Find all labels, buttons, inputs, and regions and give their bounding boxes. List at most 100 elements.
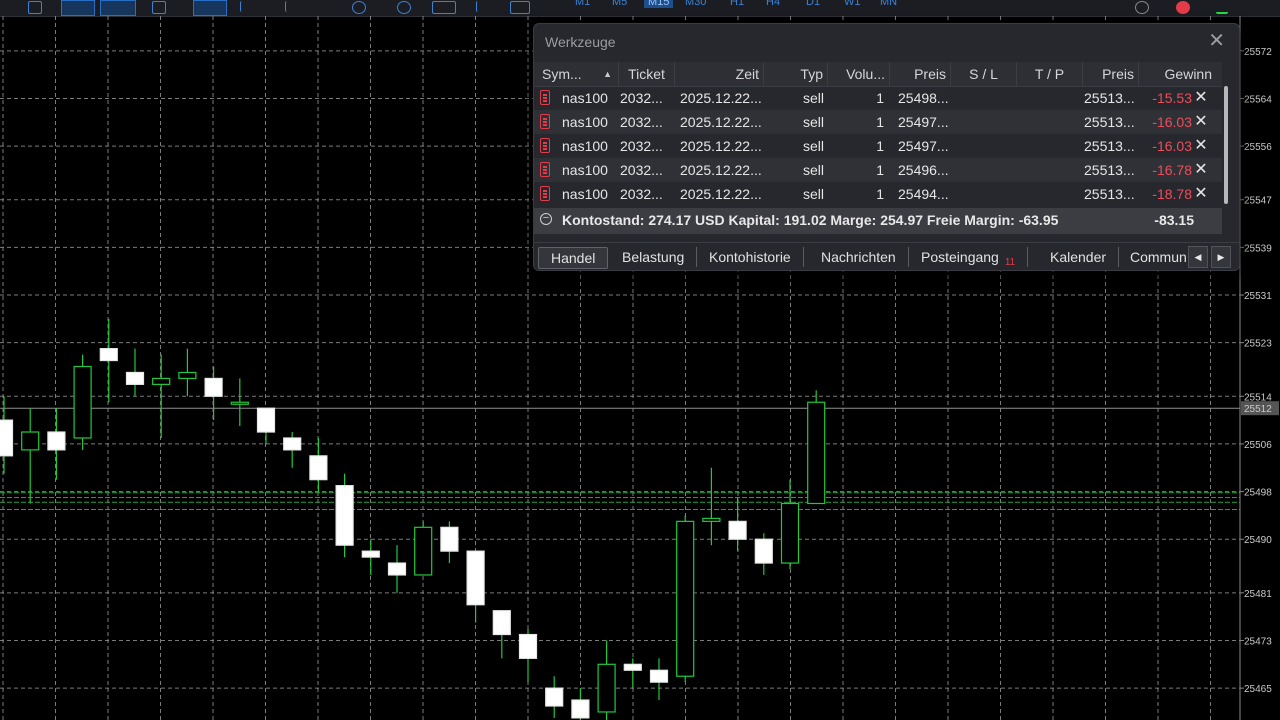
fibonacci-icon[interactable] xyxy=(432,1,456,14)
tab-nachrichten[interactable]: Nachrichten xyxy=(809,247,909,267)
close-icon[interactable]: ✕ xyxy=(1208,30,1225,52)
table-row[interactable]: nas100 2032... 2025.12.22... sell 1 2549… xyxy=(534,134,1222,158)
timeframe-m1[interactable]: M1 xyxy=(575,0,590,8)
bearish-candle xyxy=(256,407,276,433)
bullish-candle xyxy=(152,377,171,385)
tab-community[interactable]: Commun xyxy=(1118,247,1198,267)
cell-stop-loss xyxy=(954,134,1018,158)
chart-toolbar: M1 M5 M15 M30 H1 H4 D1 W1 MN xyxy=(0,0,1280,17)
header-profit[interactable]: Gewinn xyxy=(1139,62,1222,86)
cell-current-price: 25513... xyxy=(1084,162,1135,178)
toolbox-tabs: Handel Belastung Kontohistorie Nachricht… xyxy=(534,242,1239,270)
close-position-icon[interactable]: ✕ xyxy=(1194,158,1208,182)
line-chart-icon[interactable] xyxy=(152,1,166,14)
price-tick-label: 25547 xyxy=(1244,196,1272,207)
cell-ticket: 2032... xyxy=(620,162,663,178)
close-position-icon[interactable]: ✕ xyxy=(1194,110,1208,134)
close-position-icon[interactable]: ✕ xyxy=(1194,134,1208,158)
timeframe-m15[interactable]: M15 xyxy=(644,0,674,8)
cell-profit: -18.78 xyxy=(1152,186,1192,202)
close-position-icon[interactable]: ✕ xyxy=(1194,182,1208,206)
crosshair-button[interactable] xyxy=(193,0,227,16)
cell-symbol: nas100 xyxy=(562,114,608,130)
vertical-line-icon[interactable] xyxy=(240,1,247,12)
bearish-candle xyxy=(440,526,459,552)
cell-profit: -16.03 xyxy=(1152,138,1192,154)
tab-handel[interactable]: Handel xyxy=(538,247,609,269)
timeframe-h4[interactable]: H4 xyxy=(766,0,780,8)
table-row[interactable]: nas100 2032... 2025.12.22... sell 1 2549… xyxy=(534,110,1222,134)
cell-take-profit xyxy=(1018,134,1082,158)
cell-take-profit xyxy=(1018,110,1082,134)
horizontal-line-icon[interactable] xyxy=(285,1,292,12)
cell-stop-loss xyxy=(954,158,1018,182)
chart-window-icon[interactable] xyxy=(28,1,42,14)
toolbox-title: Werkzeuge xyxy=(545,34,616,50)
tab-belastung[interactable]: Belastung xyxy=(610,247,698,267)
header-symbol[interactable]: Sym... ▲ xyxy=(538,62,619,86)
account-summary-row[interactable]: − Kontostand: 274.17 USD Kapital: 191.02… xyxy=(534,208,1222,234)
timeframe-h1[interactable]: H1 xyxy=(730,0,744,8)
text-icon[interactable] xyxy=(476,1,483,12)
shapes-icon[interactable] xyxy=(510,1,530,14)
bar-chart-button[interactable] xyxy=(61,0,95,16)
timeframe-m30[interactable]: M30 xyxy=(685,0,706,8)
cell-current-price: 25513... xyxy=(1084,114,1135,130)
bearish-candle xyxy=(309,455,328,481)
tab-kalender[interactable]: Kalender xyxy=(1038,247,1120,267)
header-stop-loss[interactable]: S / L xyxy=(951,62,1017,86)
table-row[interactable]: nas100 2032... 2025.12.22... sell 1 2549… xyxy=(534,158,1222,182)
vertical-scrollbar[interactable] xyxy=(1224,74,1230,224)
timeframe-mn[interactable]: MN xyxy=(880,0,897,8)
timeframe-d1[interactable]: D1 xyxy=(806,0,820,8)
tab-posteingang[interactable]: Posteingang 11 xyxy=(909,247,1029,268)
collapse-icon[interactable]: − xyxy=(540,213,552,225)
sell-order-icon xyxy=(540,114,550,129)
cell-price: 25494... xyxy=(898,186,949,202)
timeframe-m5[interactable]: M5 xyxy=(612,0,627,8)
cell-symbol: nas100 xyxy=(562,138,608,154)
tab-scroll-right-icon[interactable]: ▶ xyxy=(1211,246,1231,268)
cell-price: 25497... xyxy=(898,114,949,130)
bearish-candle xyxy=(0,419,14,457)
tab-kontohistorie[interactable]: Kontohistorie xyxy=(697,247,804,267)
cell-profit: -16.03 xyxy=(1152,114,1192,130)
header-take-profit[interactable]: T / P xyxy=(1017,62,1083,86)
cell-ticket: 2032... xyxy=(620,90,663,106)
cell-type: sell xyxy=(802,114,824,130)
header-ticket[interactable]: Ticket xyxy=(619,62,675,86)
timeframe-w1[interactable]: W1 xyxy=(844,0,861,8)
cell-current-price: 25513... xyxy=(1084,186,1135,202)
header-time[interactable]: Zeit xyxy=(675,62,764,86)
tab-kalender-label: Kalender xyxy=(1050,249,1107,265)
table-row[interactable]: nas100 2032... 2025.12.22... sell 1 2549… xyxy=(534,182,1222,206)
candle-chart-button[interactable] xyxy=(100,0,136,16)
close-position-icon[interactable]: ✕ xyxy=(1194,86,1208,110)
margin-level-row: Margin Stand: 74.92 % xyxy=(562,234,704,240)
cell-time: 2025.12.22... xyxy=(680,162,762,178)
bullish-candle xyxy=(230,401,249,405)
cell-profit: -16.78 xyxy=(1152,162,1192,178)
channel-icon[interactable] xyxy=(397,1,411,14)
order-levels xyxy=(0,407,1240,510)
scrollbar-thumb[interactable] xyxy=(1224,86,1228,204)
bullish-candle xyxy=(178,371,197,380)
header-volume[interactable]: Volu... xyxy=(828,62,890,86)
cell-ticket: 2032... xyxy=(620,186,663,202)
search-icon[interactable] xyxy=(1135,1,1149,14)
header-current-price[interactable]: Preis xyxy=(1083,62,1139,86)
notification-icon[interactable] xyxy=(1176,1,1190,14)
bearish-candle xyxy=(361,550,380,558)
tab-belastung-label: Belastung xyxy=(622,249,685,265)
price-tick-label: 25556 xyxy=(1244,142,1272,153)
trendline-icon[interactable] xyxy=(352,1,366,14)
bearish-candle xyxy=(204,377,223,397)
header-type[interactable]: Typ xyxy=(764,62,828,86)
cell-type: sell xyxy=(802,162,824,178)
table-row[interactable]: nas100 2032... 2025.12.22... sell 1 2549… xyxy=(534,86,1222,110)
bearish-candle xyxy=(466,550,485,606)
tab-scroll-left-icon[interactable]: ◀ xyxy=(1188,246,1208,268)
bearish-candle xyxy=(728,520,747,540)
header-price[interactable]: Preis xyxy=(890,62,951,86)
price-tick-label: 25531 xyxy=(1244,291,1272,302)
